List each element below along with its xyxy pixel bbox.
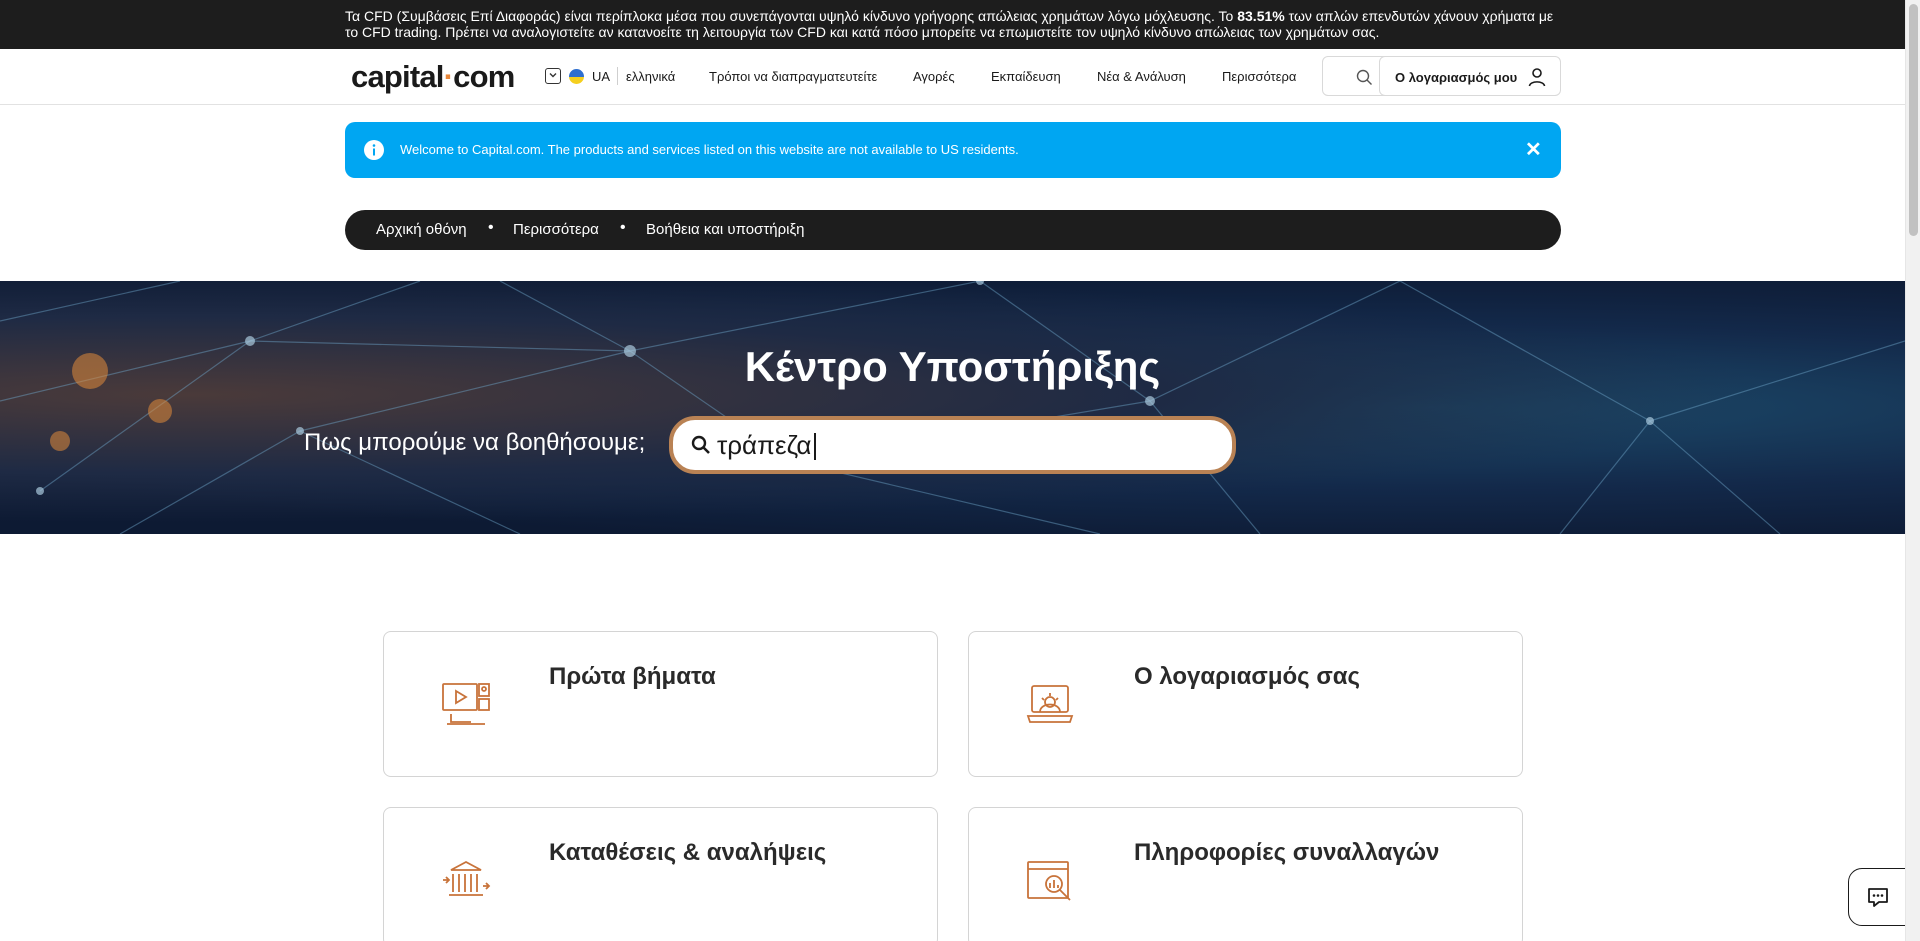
- banner-message: Welcome to Capital.com. The products and…: [400, 142, 1019, 157]
- card-title: Πληροφορίες συναλλαγών: [1134, 839, 1440, 866]
- user-icon: [1528, 68, 1546, 87]
- page-title: Κέντρο Υποστήριξης: [744, 343, 1161, 390]
- laptop-settings-icon: [1026, 685, 1074, 723]
- category-card-your-account[interactable]: Ο λογαριασμός σας: [968, 631, 1523, 777]
- breadcrumb-help-support[interactable]: Βοήθεια και υποστήριξη: [646, 221, 805, 238]
- language-selector[interactable]: ελληνικά: [626, 69, 675, 84]
- breadcrumb-more[interactable]: Περισσότερα: [513, 221, 599, 238]
- chat-bubble-icon: [1868, 888, 1888, 907]
- video-tutorial-icon: [442, 683, 490, 725]
- risk-percentage: 83.51%: [1237, 8, 1285, 24]
- breadcrumb-separator: •: [488, 219, 494, 236]
- page-scrollbar[interactable]: [1905, 0, 1920, 941]
- chevron-down-icon[interactable]: [545, 68, 561, 84]
- us-residents-info-banner: Welcome to Capital.com. The products and…: [345, 122, 1561, 178]
- nav-ways-to-trade[interactable]: Τρόποι να διαπραγματευτείτε: [709, 69, 877, 84]
- network-background-graphic: [0, 281, 1905, 534]
- nav-education[interactable]: Εκπαίδευση: [991, 69, 1061, 84]
- category-card-first-steps[interactable]: Πρώτα βήματα: [383, 631, 938, 777]
- bank-transfer-icon: [443, 860, 491, 896]
- card-title: Καταθέσεις & αναλήψεις: [549, 839, 827, 866]
- logo-dot: ·: [443, 59, 454, 94]
- risk-text-start: Τα CFD (Συμβάσεις Επί Διαφοράς) είναι πε…: [345, 8, 1238, 24]
- search-icon: [691, 435, 710, 454]
- my-account-label: Ο λογαριασμός μου: [1395, 70, 1518, 85]
- support-hero: Κέντρο Υποστήριξης Πως μπορούμε να βοηθή…: [0, 281, 1905, 534]
- chat-support-button[interactable]: [1848, 868, 1908, 926]
- category-card-deposits-withdrawals[interactable]: Καταθέσεις & αναλήψεις: [383, 807, 938, 941]
- my-account-button[interactable]: Ο λογαριασμός μου: [1379, 56, 1561, 96]
- risk-warning-text: Τα CFD (Συμβάσεις Επί Διαφοράς) είναι πε…: [345, 8, 1560, 40]
- support-search-box[interactable]: [669, 416, 1236, 474]
- breadcrumb: Αρχική οθόνη • Περισσότερα • Βοήθεια και…: [345, 210, 1561, 250]
- scrollbar-thumb[interactable]: [1909, 4, 1918, 236]
- nav-more[interactable]: Περισσότερα: [1222, 69, 1296, 84]
- breadcrumb-home[interactable]: Αρχική οθόνη: [376, 221, 467, 238]
- risk-warning-bar: Τα CFD (Συμβάσεις Επί Διαφοράς) είναι πε…: [0, 0, 1905, 49]
- capital-com-logo[interactable]: capital·com: [351, 59, 515, 95]
- chart-magnifier-icon: [1027, 861, 1071, 901]
- search-icon: [1356, 69, 1372, 85]
- support-search-input[interactable]: [717, 429, 1197, 461]
- nav-markets[interactable]: Αγορές: [913, 69, 955, 84]
- ukraine-flag-icon[interactable]: [569, 69, 584, 84]
- card-title: Ο λογαριασμός σας: [1134, 663, 1360, 690]
- close-icon[interactable]: ✕: [1525, 137, 1542, 162]
- logo-text-left: capital: [351, 59, 444, 94]
- logo-text-right: com: [453, 59, 515, 94]
- language-divider: [617, 67, 618, 85]
- breadcrumb-separator: •: [620, 219, 626, 236]
- text-cursor: [814, 433, 816, 460]
- search-prompt-label: Πως μπορούμε να βοηθήσουμε;: [304, 429, 646, 456]
- info-icon: [364, 140, 384, 160]
- site-header: capital·com UA ελληνικά Τρόποι να διαπρα…: [0, 49, 1905, 105]
- language-region-code[interactable]: UA: [592, 69, 610, 84]
- category-card-trading-info[interactable]: Πληροφορίες συναλλαγών: [968, 807, 1523, 941]
- card-title: Πρώτα βήματα: [549, 663, 716, 690]
- nav-news-analysis[interactable]: Νέα & Ανάλυση: [1097, 69, 1186, 84]
